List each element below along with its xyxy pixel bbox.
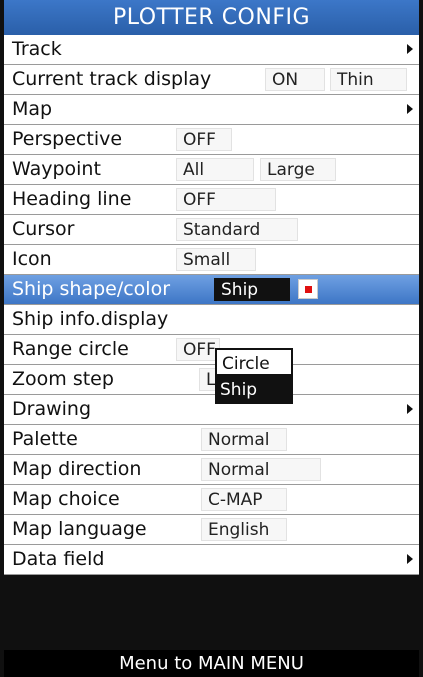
menu-item-label: Perspective <box>12 128 123 150</box>
menu-item-drawing[interactable]: Drawing <box>4 395 419 425</box>
menu-item-label: Heading line <box>12 188 132 210</box>
menu-item-range-circle[interactable]: Range circle OFF <box>4 335 419 365</box>
waypoint-size-value[interactable]: Large <box>260 158 336 181</box>
icon-size-value[interactable]: Small <box>176 248 256 271</box>
heading-line-value[interactable]: OFF <box>176 188 276 211</box>
menu-item-map-choice[interactable]: Map choice C-MAP <box>4 485 419 515</box>
range-circle-value[interactable]: OFF <box>176 338 220 361</box>
menu-item-map[interactable]: Map <box>4 95 419 125</box>
menu-item-waypoint[interactable]: Waypoint All Large <box>4 155 419 185</box>
menu-item-label: Drawing <box>12 398 92 420</box>
menu-item-label: Palette <box>12 428 78 450</box>
chevron-right-icon <box>407 404 413 414</box>
menu-item-label: Track <box>12 38 62 60</box>
chevron-right-icon <box>407 554 413 564</box>
menu-item-label: Cursor <box>12 218 75 240</box>
menu-item-label: Map choice <box>12 488 120 510</box>
footer-hint: Menu to MAIN MENU <box>4 650 419 677</box>
map-language-value[interactable]: English <box>201 518 287 541</box>
menu-item-label: Map language <box>12 518 147 540</box>
menu-item-ship-info-display[interactable]: Ship info.display <box>4 305 419 335</box>
menu-item-heading-line[interactable]: Heading line OFF <box>4 185 419 215</box>
menu-item-label: Data field <box>12 548 105 570</box>
menu-item-map-direction[interactable]: Map direction Normal <box>4 455 419 485</box>
cursor-value[interactable]: Standard <box>176 218 298 241</box>
menu-item-label: Range circle <box>12 338 129 360</box>
menu-item-label: Zoom step <box>12 368 114 390</box>
waypoint-filter-value[interactable]: All <box>176 158 254 181</box>
menu-item-zoom-step[interactable]: Zoom step Less <box>4 365 419 395</box>
map-choice-value[interactable]: C-MAP <box>201 488 287 511</box>
menu-item-palette[interactable]: Palette Normal <box>4 425 419 455</box>
perspective-value[interactable]: OFF <box>176 128 232 151</box>
menu-item-label: Current track display <box>12 68 212 90</box>
menu-item-label: Map direction <box>12 458 142 480</box>
menu-item-label: Ship shape/color <box>12 278 171 300</box>
track-line-width-value[interactable]: Thin <box>330 68 407 91</box>
ship-shape-dropdown[interactable]: Circle Ship <box>215 348 293 404</box>
palette-value[interactable]: Normal <box>201 428 287 451</box>
menu-item-track[interactable]: Track <box>4 35 419 65</box>
menu-item-label: Ship info.display <box>12 308 169 330</box>
ship-shape-value[interactable]: Ship <box>214 278 290 301</box>
menu-item-label: Map <box>12 98 53 120</box>
ship-color-swatch-icon[interactable] <box>298 279 318 299</box>
menu-item-ship-shape-color[interactable]: Ship shape/color Ship <box>4 275 419 305</box>
menu-item-data-field[interactable]: Data field <box>4 545 419 575</box>
menu-item-cursor[interactable]: Cursor Standard <box>4 215 419 245</box>
menu-item-label: Icon <box>12 248 52 270</box>
track-display-state-value[interactable]: ON <box>265 68 325 91</box>
dropdown-option-ship[interactable]: Ship <box>215 376 293 404</box>
plotter-config-panel: PLOTTER CONFIG Track Current track displ… <box>0 0 423 677</box>
menu-item-current-track-display[interactable]: Current track display ON Thin <box>4 65 419 95</box>
map-direction-value[interactable]: Normal <box>201 458 321 481</box>
dropdown-option-circle[interactable]: Circle <box>215 348 293 376</box>
menu-item-label: Waypoint <box>12 158 101 180</box>
menu-item-perspective[interactable]: Perspective OFF <box>4 125 419 155</box>
menu-item-icon[interactable]: Icon Small <box>4 245 419 275</box>
chevron-right-icon <box>407 44 413 54</box>
chevron-right-icon <box>407 104 413 114</box>
page-title: PLOTTER CONFIG <box>4 0 419 35</box>
menu-item-map-language[interactable]: Map language English <box>4 515 419 545</box>
